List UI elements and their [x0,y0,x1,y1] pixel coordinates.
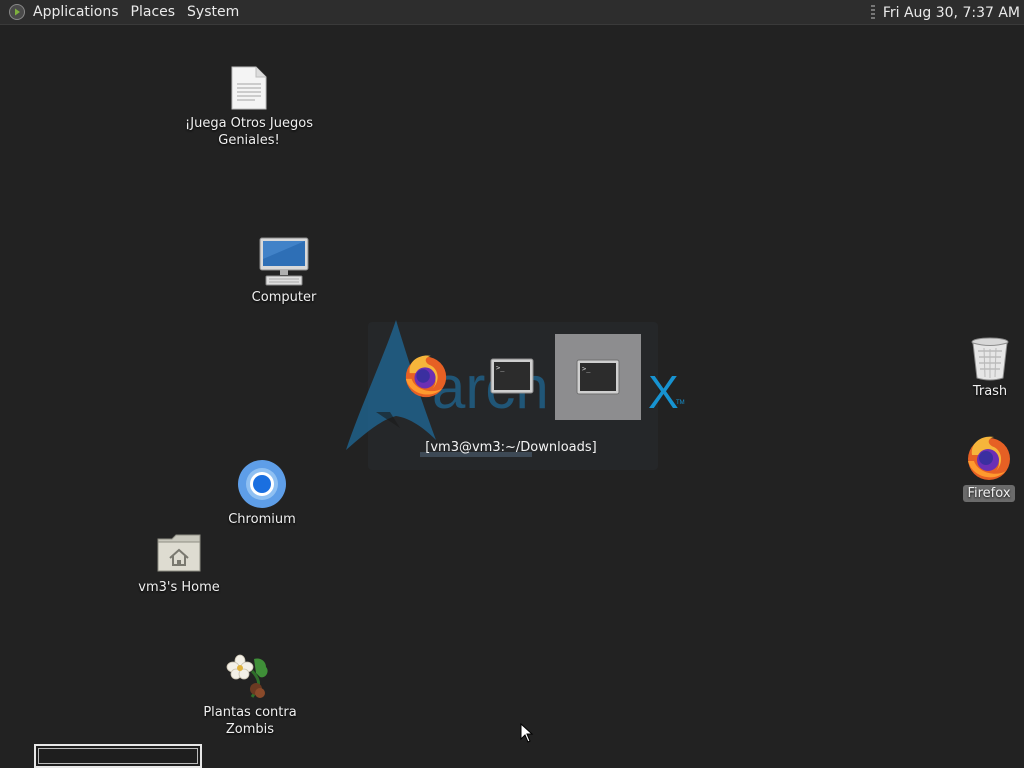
places-menu[interactable]: Places [125,0,182,25]
switcher-window-firefox[interactable] [402,352,450,404]
bottom-panel-window-list[interactable] [34,744,202,768]
desktop-icon-computer[interactable]: Computer [234,237,334,306]
desktop-icon-plantas[interactable]: Plantas contra Zombis [192,653,308,738]
mouse-cursor-icon [520,723,534,743]
app-menu-icon[interactable] [9,4,25,20]
desktop-icon-label: Firefox [963,485,1015,502]
bottom-panel-frame [38,748,198,764]
switcher-window-terminal-selected[interactable]: >_ [555,334,641,420]
desktop-icon-firefox[interactable]: Firefox [950,433,1024,502]
desktop-icon-label: Computer [251,290,317,305]
panel-handle-icon[interactable] [870,4,875,21]
plants-vs-zombies-icon [192,653,308,701]
clock-area: Fri Aug 30, 7:37 AM [870,0,1020,25]
terminal-icon: >_ [490,358,534,398]
top-panel: Applications Places System Fri Aug 30, 7… [0,0,1024,25]
firefox-icon [402,355,450,404]
home-folder-icon [129,533,229,573]
desktop-icon-trash[interactable]: Trash [950,337,1024,400]
terminal-icon: >_ [576,359,620,399]
document-icon [178,66,320,110]
desktop-icon-label: Trash [972,384,1008,399]
desktop-icon-label: Chromium [228,512,296,527]
switcher-window-terminal-1[interactable]: >_ [490,358,534,398]
svg-text:>_: >_ [582,365,591,373]
system-menu[interactable]: System [181,0,245,25]
computer-icon [234,237,334,287]
desktop-icon-label: Plantas contra Zombis [203,705,297,737]
clock[interactable]: Fri Aug 30, 7:37 AM [883,5,1020,21]
desktop-icon-label: ¡Juega Otros Juegos Geniales! [185,116,313,148]
desktop-icon-chromium[interactable]: Chromium [212,459,312,528]
switcher-window-title: [vm3@vm3:~/Downloads] [425,440,597,455]
svg-text:>_: >_ [496,364,505,372]
svg-text:TM: TM [676,400,685,406]
trash-icon [950,337,1024,381]
svg-text:X: X [648,366,679,418]
desktop-icon-juega[interactable]: ¡Juega Otros Juegos Geniales! [178,66,320,149]
chromium-icon [212,459,312,509]
firefox-icon [950,433,1024,483]
applications-menu[interactable]: Applications [27,0,125,25]
desktop-icon-home[interactable]: vm3's Home [129,533,229,596]
desktop-icon-label: vm3's Home [138,580,220,595]
